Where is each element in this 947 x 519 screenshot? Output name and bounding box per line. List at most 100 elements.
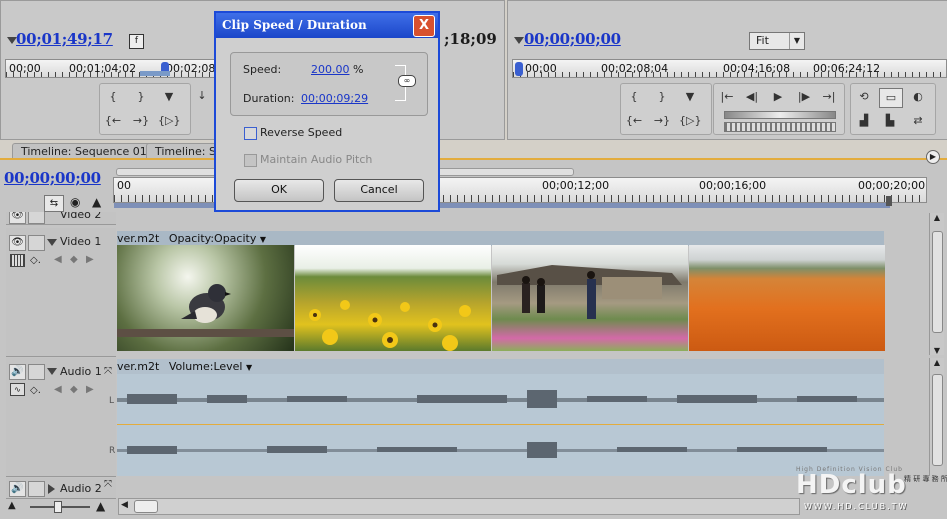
- scroll-up-icon[interactable]: ▲: [930, 358, 944, 367]
- mark-in-icon[interactable]: {: [623, 88, 645, 106]
- step-back-icon[interactable]: ◀|: [741, 88, 763, 106]
- jog-wheel[interactable]: [724, 122, 836, 132]
- audio-close-icon[interactable]: ⤧: [104, 366, 112, 377]
- go-to-next-edit-icon[interactable]: →|: [818, 88, 840, 106]
- expand-track-icon[interactable]: [48, 484, 55, 494]
- zoom-slider-thumb[interactable]: [54, 501, 62, 513]
- duration-value[interactable]: 00;00;09;29: [301, 92, 368, 105]
- scroll-down-icon[interactable]: ▼: [930, 346, 944, 355]
- video-clip-header[interactable]: ver.m2t Opacity:Opacity ▼: [117, 231, 884, 246]
- set-in-icon[interactable]: f: [129, 34, 144, 49]
- display-style-icon[interactable]: [10, 254, 25, 267]
- mark-out-icon[interactable]: }: [651, 88, 673, 106]
- zoom-out-icon[interactable]: ▲: [8, 500, 16, 511]
- program-timecode-dropdown-icon[interactable]: [514, 37, 524, 44]
- playhead-icon[interactable]: [515, 62, 523, 76]
- lock-icon[interactable]: [28, 235, 45, 251]
- source-timecode[interactable]: 00;01;49;17: [16, 30, 113, 48]
- scroll-thumb[interactable]: [932, 231, 943, 333]
- video-thumbnail-bird[interactable]: [117, 245, 294, 351]
- scroll-up-icon[interactable]: ▲: [930, 213, 944, 222]
- step-forward-icon[interactable]: |▶: [793, 88, 815, 106]
- collapse-track-icon[interactable]: [47, 239, 57, 246]
- go-to-out-icon[interactable]: →}: [651, 112, 673, 130]
- reverse-speed-label: Reverse Speed: [260, 126, 343, 139]
- speaker-icon[interactable]: 🔊: [9, 364, 26, 380]
- video-clip-name: ver.m2t: [117, 232, 160, 245]
- scroll-left-icon[interactable]: ◀: [121, 500, 128, 510]
- safe-margins-icon[interactable]: ▭: [879, 88, 903, 108]
- play-in-out-icon[interactable]: {▷}: [158, 112, 180, 130]
- program-time-ruler[interactable]: 00;00 00;02;08;04 00;04;16;08 00;06;24;1…: [512, 59, 947, 78]
- eye-icon[interactable]: 👁: [9, 235, 26, 251]
- add-keyframe-icon[interactable]: ◆: [70, 254, 78, 265]
- ok-button[interactable]: OK: [234, 179, 324, 202]
- zoom-in-icon[interactable]: ▲: [96, 499, 105, 513]
- keyframe-toggle-icon[interactable]: ◇.: [30, 385, 41, 396]
- video-thumbnail-orange-flowers[interactable]: [689, 245, 885, 351]
- video-thumbnail-people[interactable]: [492, 245, 688, 351]
- lock-icon[interactable]: [28, 364, 45, 380]
- reverse-speed-checkbox[interactable]: [244, 127, 257, 140]
- eye-icon[interactable]: 👁: [9, 212, 26, 224]
- program-timecode[interactable]: 00;00;00;00: [524, 30, 621, 48]
- add-keyframe-icon[interactable]: ◆: [70, 384, 78, 395]
- scroll-thumb[interactable]: [134, 500, 158, 513]
- step-back-icon[interactable]: ↓: [191, 87, 213, 105]
- snap-icon[interactable]: ⇆: [44, 195, 64, 212]
- keyframe-toggle-icon[interactable]: ◇.: [30, 255, 41, 266]
- play-in-out-icon[interactable]: {▷}: [679, 112, 701, 130]
- go-to-in-icon[interactable]: {←: [102, 112, 124, 130]
- go-to-out-icon[interactable]: →}: [130, 112, 152, 130]
- link-chain-icon[interactable]: ∞: [398, 75, 416, 87]
- mark-out-icon[interactable]: }: [130, 88, 152, 106]
- marker-icon[interactable]: ▼: [158, 88, 180, 106]
- source-time-ruler[interactable]: 00;00 00;01;04;02 00;02;08;0: [5, 59, 226, 78]
- ruler-label: 00: [117, 179, 131, 192]
- cancel-button[interactable]: Cancel: [334, 179, 424, 202]
- shuttle-slider[interactable]: [724, 111, 836, 119]
- video-effect-dropdown[interactable]: Opacity:Opacity: [169, 232, 257, 245]
- next-keyframe-icon[interactable]: ▶: [86, 384, 94, 395]
- prev-keyframe-icon[interactable]: ◀: [54, 254, 62, 265]
- video-track-scrollbar[interactable]: ▲ ▼: [929, 213, 944, 355]
- audio2-close-icon[interactable]: ⤧: [104, 479, 112, 490]
- mark-in-icon[interactable]: {: [102, 88, 124, 106]
- audio-effect-dropdown[interactable]: Volume:Level: [169, 360, 243, 373]
- speed-value[interactable]: 200.00: [311, 63, 350, 76]
- people-field-icon: [497, 265, 682, 319]
- extract-icon[interactable]: ▙: [879, 112, 901, 130]
- play-icon[interactable]: ▶: [767, 88, 789, 106]
- go-to-previous-edit-icon[interactable]: |←: [716, 88, 738, 106]
- marker-icon[interactable]: ▼: [679, 88, 701, 106]
- work-area-end-handle[interactable]: [886, 196, 892, 206]
- next-keyframe-icon[interactable]: ▶: [86, 254, 94, 265]
- prev-keyframe-icon[interactable]: ◀: [54, 384, 62, 395]
- waveform-display-icon[interactable]: ∿: [10, 383, 25, 396]
- timeline-timecode[interactable]: 00;00;00;00: [4, 169, 101, 187]
- speed-label: Speed:: [243, 63, 282, 76]
- panel-menu-icon[interactable]: ▶: [926, 150, 940, 164]
- set-encore-marker-icon[interactable]: ◉: [70, 195, 84, 209]
- dialog-title-bar[interactable]: Clip Speed / Duration X: [216, 13, 438, 38]
- lock-icon[interactable]: [28, 481, 45, 497]
- horizontal-scrollbar[interactable]: ◀: [118, 498, 800, 515]
- audio-track-scrollbar[interactable]: ▲: [929, 358, 944, 476]
- audio-clip-header[interactable]: ver.m2t Volume:Level ▼: [117, 359, 884, 374]
- scroll-thumb[interactable]: [932, 374, 943, 466]
- program-edit-controls: ⟲ ▭ ◐ ▟ ▙ ⇄: [850, 83, 936, 135]
- video-thumbnail-sunflowers[interactable]: [295, 245, 491, 351]
- trim-icon[interactable]: ⇄: [907, 112, 929, 130]
- loop-icon[interactable]: ⟲: [853, 88, 875, 106]
- audio-waveform-area[interactable]: L R: [109, 374, 884, 476]
- maintain-audio-pitch-checkbox: [244, 154, 257, 167]
- go-to-in-icon[interactable]: {←: [623, 112, 645, 130]
- lift-icon[interactable]: ▟: [853, 112, 875, 130]
- speaker-icon[interactable]: 🔊: [9, 481, 26, 497]
- add-marker-icon[interactable]: ▲: [92, 195, 106, 209]
- output-icon[interactable]: ◐: [907, 88, 929, 106]
- lock-icon[interactable]: [28, 212, 45, 224]
- close-icon[interactable]: X: [413, 15, 435, 37]
- zoom-fit-select[interactable]: Fit ▼: [749, 32, 805, 50]
- collapse-track-icon[interactable]: [47, 368, 57, 375]
